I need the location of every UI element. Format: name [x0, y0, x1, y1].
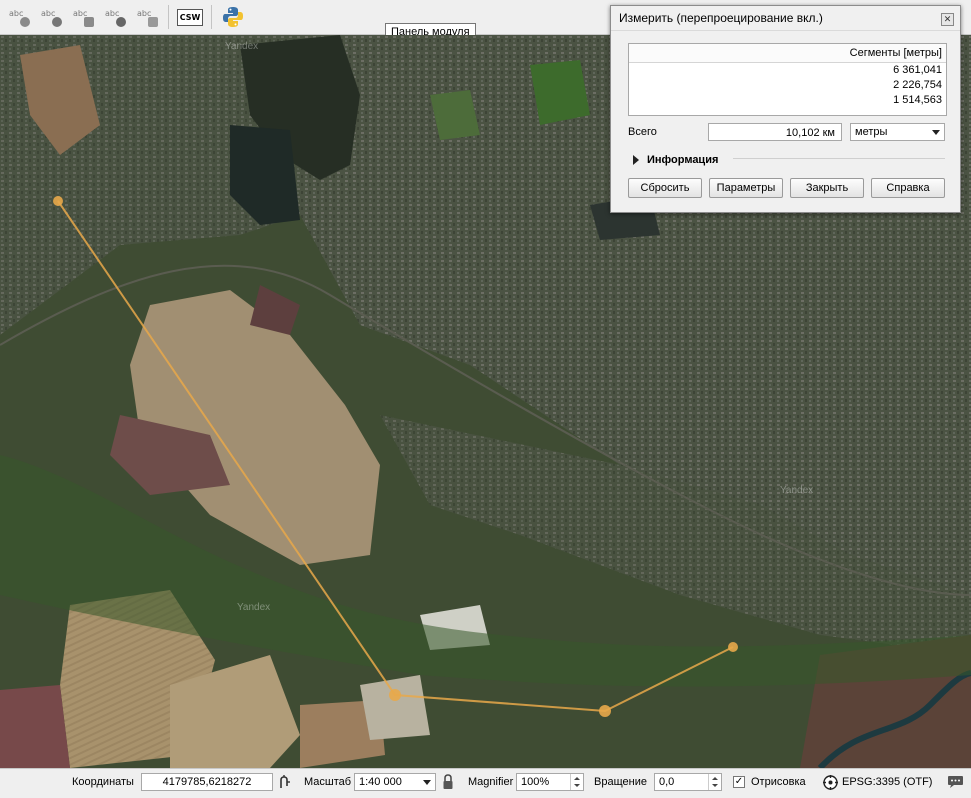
- measure-vertex: [389, 689, 401, 701]
- label-show-button[interactable]: abc: [38, 4, 64, 30]
- messages-icon[interactable]: [947, 774, 964, 790]
- label-edit-button[interactable]: abc: [134, 4, 160, 30]
- python-icon: [223, 7, 243, 27]
- scale-select[interactable]: 1:40 000: [354, 773, 436, 791]
- help-button[interactable]: Справка: [871, 178, 945, 198]
- mouse-coords-icon[interactable]: [278, 774, 292, 790]
- units-select[interactable]: метры: [850, 123, 945, 141]
- measure-vertex: [53, 196, 63, 206]
- lock-icon[interactable]: [442, 774, 454, 790]
- rotation-field[interactable]: 0,0: [654, 773, 722, 791]
- rotation-label: Вращение: [594, 776, 647, 788]
- chevron-down-icon: [423, 780, 431, 785]
- csw-icon: CSW: [176, 8, 204, 26]
- measure-vertex: [599, 705, 611, 717]
- magnifier-value: 100%: [521, 776, 550, 788]
- label-pin-button[interactable]: abc: [6, 4, 32, 30]
- scale-label: Масштаб: [304, 776, 352, 788]
- yandex-watermark: Yandex: [237, 602, 271, 613]
- spinbox-arrows[interactable]: [708, 774, 721, 790]
- magnifier-field[interactable]: 100%: [516, 773, 584, 791]
- info-divider: [733, 158, 945, 159]
- total-row: Всего 10,102 км метры: [628, 123, 945, 143]
- close-icon[interactable]: ✕: [941, 13, 954, 26]
- magnifier-label: Magnifier: [468, 776, 514, 788]
- label-rotate-button[interactable]: abc: [102, 4, 128, 30]
- label-rotate-icon: abc: [104, 7, 126, 27]
- label-edit-icon: abc: [136, 7, 158, 27]
- chevron-down-icon: [932, 130, 940, 135]
- expand-arrow-icon: [633, 155, 639, 165]
- total-value-field: 10,102 км: [708, 123, 842, 141]
- toolbar-separator: [211, 5, 212, 29]
- segment-row: 1 514,563: [893, 94, 942, 106]
- close-button[interactable]: Закрыть: [790, 178, 864, 198]
- python-console-button[interactable]: [220, 4, 246, 30]
- csw-button[interactable]: CSW: [176, 4, 204, 30]
- parameters-button[interactable]: Параметры: [709, 178, 783, 198]
- coords-field[interactable]: 4179785,6218272: [141, 773, 273, 791]
- segment-row: 6 361,041: [893, 64, 942, 76]
- measure-dialog: Измерить (перепроецирование вкл.) ✕ Сегм…: [610, 5, 961, 213]
- label-move-button[interactable]: abc: [70, 4, 96, 30]
- segments-header: Сегменты [метры]: [629, 44, 946, 63]
- spinbox-arrows[interactable]: [570, 774, 583, 790]
- label-move-icon: abc: [72, 7, 94, 27]
- dialog-title: Измерить (перепроецирование вкл.): [611, 6, 960, 31]
- toolbar-separator: [168, 5, 169, 29]
- info-toggle[interactable]: Информация: [633, 154, 718, 166]
- label-pin-icon: abc: [8, 7, 30, 27]
- status-bar: Координаты 4179785,6218272 Масштаб 1:40 …: [0, 768, 971, 798]
- reset-button[interactable]: Сбросить: [628, 178, 702, 198]
- crs-globe-icon[interactable]: [823, 775, 838, 790]
- total-label: Всего: [628, 126, 657, 138]
- dialog-buttons: Сбросить Параметры Закрыть Справка: [628, 178, 945, 198]
- units-selected: метры: [855, 126, 888, 138]
- info-label: Информация: [647, 154, 719, 166]
- rotation-value: 0,0: [659, 776, 675, 788]
- yandex-watermark: Yandex: [225, 41, 259, 52]
- scale-value: 1:40 000: [359, 776, 402, 788]
- segment-row: 2 226,754: [893, 79, 942, 91]
- yandex-watermark: Yandex: [780, 485, 814, 496]
- measure-vertex: [728, 642, 738, 652]
- render-checkbox[interactable]: ✓: [733, 776, 745, 788]
- render-label: Отрисовка: [751, 776, 806, 788]
- segments-table: Сегменты [метры] 6 361,041 2 226,754 1 5…: [628, 43, 947, 116]
- label-show-icon: abc: [40, 7, 62, 27]
- crs-label[interactable]: EPSG:3395 (OTF): [842, 776, 932, 788]
- coords-label: Координаты: [72, 776, 134, 788]
